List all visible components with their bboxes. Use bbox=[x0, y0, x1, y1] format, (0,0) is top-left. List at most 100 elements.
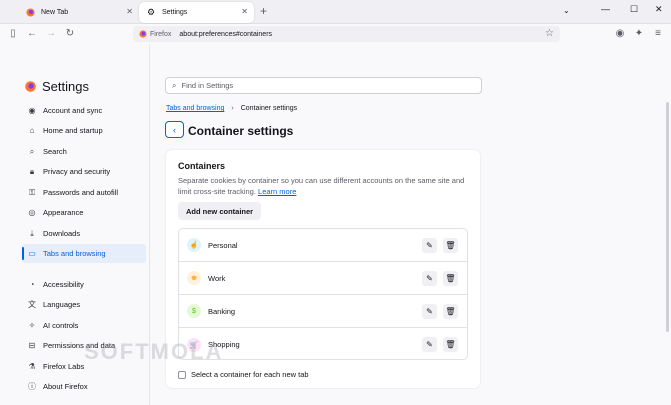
maximize-icon[interactable]: ☐ bbox=[630, 4, 638, 15]
sidebar-item-label: Passwords and autofill bbox=[43, 188, 119, 197]
info-icon: ⓘ bbox=[28, 382, 36, 391]
forward-arrow-icon[interactable]: → bbox=[45, 27, 57, 39]
url-bar[interactable]: Firefox about:preferences#containers ☆ bbox=[133, 26, 560, 42]
checkbox-label: Select a container for each new tab bbox=[191, 370, 309, 379]
settings-search-input[interactable]: ⌕ Find in Settings bbox=[165, 77, 482, 94]
extensions-icon[interactable]: ✦ bbox=[633, 27, 645, 39]
sidebar-item-label: Tabs and browsing bbox=[43, 249, 106, 258]
chevron-left-icon: ‹ bbox=[173, 124, 176, 135]
tab-settings[interactable]: ⚙ Settings ✕ bbox=[139, 2, 254, 23]
watermark: SOFTMOLA bbox=[84, 339, 224, 364]
scrollbar[interactable] bbox=[666, 102, 669, 332]
gear-icon: ⚙ bbox=[147, 7, 156, 17]
download-icon: ⤓ bbox=[30, 228, 34, 238]
sidebar-item-account[interactable]: ◉ Account and sync bbox=[22, 101, 146, 120]
containers-description: Separate cookies by container so you can… bbox=[178, 175, 470, 197]
chevron-down-icon[interactable]: ⌄ bbox=[563, 6, 570, 15]
new-tab-plus-icon[interactable]: + bbox=[260, 4, 267, 18]
edit-pencil-icon[interactable]: ✎ bbox=[422, 238, 437, 253]
add-container-button[interactable]: Add new container bbox=[178, 202, 262, 220]
search-icon: ⌕ bbox=[172, 80, 177, 90]
fingerprint-icon: ☝ bbox=[187, 238, 201, 252]
edit-pencil-icon[interactable]: ✎ bbox=[422, 304, 437, 319]
preferences-content: Settings ◉ Account and sync ⌂ Home and sta… bbox=[0, 44, 671, 405]
sidebar-item-search[interactable]: ⌕ Search bbox=[22, 142, 146, 161]
sidebar-item-home[interactable]: ⌂ Home and startup bbox=[22, 121, 146, 140]
container-name: Banking bbox=[208, 306, 236, 316]
sidebar-item-label: Privacy and security bbox=[43, 167, 111, 176]
reload-icon[interactable]: ↻ bbox=[64, 27, 76, 39]
sidebar-item-downloads[interactable]: ⤓ Downloads bbox=[22, 224, 146, 243]
breadcrumb-current: Container settings bbox=[240, 105, 298, 112]
sidebar-item-label: Appearance bbox=[43, 208, 84, 217]
lock-icon: 🔒︎ bbox=[29, 166, 35, 176]
sidebar-item-label: Accessibility bbox=[43, 280, 84, 289]
permissions-icon: ⊟ bbox=[28, 341, 36, 350]
account-icon[interactable]: ◉ bbox=[614, 27, 626, 39]
breadcrumb: Tabs and browsing › Container settings bbox=[166, 105, 297, 112]
containers-heading: Containers bbox=[178, 161, 226, 171]
container-row: ♚ Work ✎ 🗑︎ bbox=[179, 262, 467, 295]
delete-trash-icon[interactable]: 🗑︎ bbox=[443, 271, 458, 286]
sidebar-toggle-icon[interactable]: ▯ bbox=[7, 27, 19, 39]
description-text: Separate cookies by container so you can… bbox=[178, 176, 465, 196]
back-arrow-icon[interactable]: ← bbox=[26, 27, 38, 39]
sidebar-item-accessibility[interactable]: ◔ Accessibility bbox=[22, 275, 146, 294]
edit-pencil-icon[interactable]: ✎ bbox=[422, 337, 437, 352]
delete-trash-icon[interactable]: 🗑︎ bbox=[443, 304, 458, 319]
sidebar-item-about[interactable]: ⓘ About Firefox bbox=[22, 377, 146, 396]
firefox-icon bbox=[26, 8, 35, 17]
learn-more-link[interactable]: Learn more bbox=[258, 187, 296, 196]
identity-label: Firefox bbox=[150, 30, 172, 38]
back-button[interactable]: ‹ bbox=[165, 121, 184, 138]
breadcrumb-link-tabs[interactable]: Tabs and browsing bbox=[166, 105, 224, 112]
sidebar-item-label: Search bbox=[43, 147, 67, 156]
container-row: ☝ Personal ✎ 🗑︎ bbox=[179, 229, 467, 262]
sidebar-item-passwords[interactable]: ⚿ Passwords and autofill bbox=[22, 183, 146, 202]
sidebar-item-appearance[interactable]: ◎ Appearance bbox=[22, 203, 146, 222]
sparkle-icon: ✧ bbox=[28, 321, 36, 330]
minimize-icon[interactable]: — bbox=[601, 4, 610, 14]
delete-trash-icon[interactable]: 🗑︎ bbox=[443, 238, 458, 253]
select-container-option[interactable]: Select a container for each new tab bbox=[178, 370, 309, 379]
identity-box[interactable]: Firefox bbox=[139, 30, 171, 38]
sidebar-title: Settings bbox=[25, 79, 89, 94]
sidebar-item-label: Account and sync bbox=[43, 106, 103, 115]
sidebar-title-text: Settings bbox=[42, 79, 89, 94]
flask-icon: ⚗ bbox=[28, 362, 36, 371]
firefox-icon bbox=[139, 30, 147, 38]
select-container-checkbox[interactable] bbox=[178, 370, 186, 379]
dollar-icon: $ bbox=[187, 304, 201, 318]
close-tab-icon[interactable]: ✕ bbox=[241, 7, 248, 16]
translate-icon: 文 bbox=[28, 300, 36, 309]
search-placeholder: Find in Settings bbox=[181, 81, 234, 90]
sidebar-item-ai-controls[interactable]: ✧ AI controls bbox=[22, 316, 146, 335]
firefox-icon bbox=[25, 81, 36, 92]
bookmark-star-icon[interactable]: ☆ bbox=[545, 28, 554, 39]
sidebar-item-label: Languages bbox=[43, 300, 81, 309]
sidebar-item-label: Firefox Labs bbox=[43, 362, 85, 371]
page-title: Container settings bbox=[188, 124, 294, 138]
close-tab-icon[interactable]: ✕ bbox=[126, 7, 133, 16]
sidebar-item-languages[interactable]: 文 Languages bbox=[22, 295, 146, 314]
tab-new-tab[interactable]: New Tab ✕ bbox=[18, 2, 139, 23]
accessibility-icon: ◔ bbox=[29, 280, 35, 289]
tab-strip: New Tab ✕ ⚙ Settings ✕ + ⌄ — ☐ ✕ bbox=[0, 0, 671, 24]
edit-pencil-icon[interactable]: ✎ bbox=[422, 271, 437, 286]
sidebar-item-tabs[interactable]: ▭ Tabs and browsing bbox=[22, 244, 146, 263]
delete-trash-icon[interactable]: 🗑︎ bbox=[443, 337, 458, 352]
menu-icon[interactable]: ≡ bbox=[652, 27, 664, 39]
close-window-icon[interactable]: ✕ bbox=[655, 4, 663, 15]
sidebar-item-privacy[interactable]: 🔒︎ Privacy and security bbox=[22, 162, 146, 181]
sidebar-item-label: Downloads bbox=[43, 229, 81, 238]
tab-label: New Tab bbox=[41, 9, 69, 16]
chevron-right-icon: › bbox=[231, 105, 234, 112]
sidebar-item-label: About Firefox bbox=[43, 382, 88, 391]
search-icon: ⌕ bbox=[29, 146, 35, 156]
eye-icon: ◎ bbox=[28, 208, 36, 217]
briefcase-icon: ♚ bbox=[187, 271, 201, 285]
key-icon: ⚿ bbox=[28, 187, 36, 197]
account-icon: ◉ bbox=[28, 106, 36, 115]
url-text[interactable]: about:preferences#containers bbox=[179, 31, 272, 38]
sidebar-item-label: Home and startup bbox=[43, 126, 103, 135]
